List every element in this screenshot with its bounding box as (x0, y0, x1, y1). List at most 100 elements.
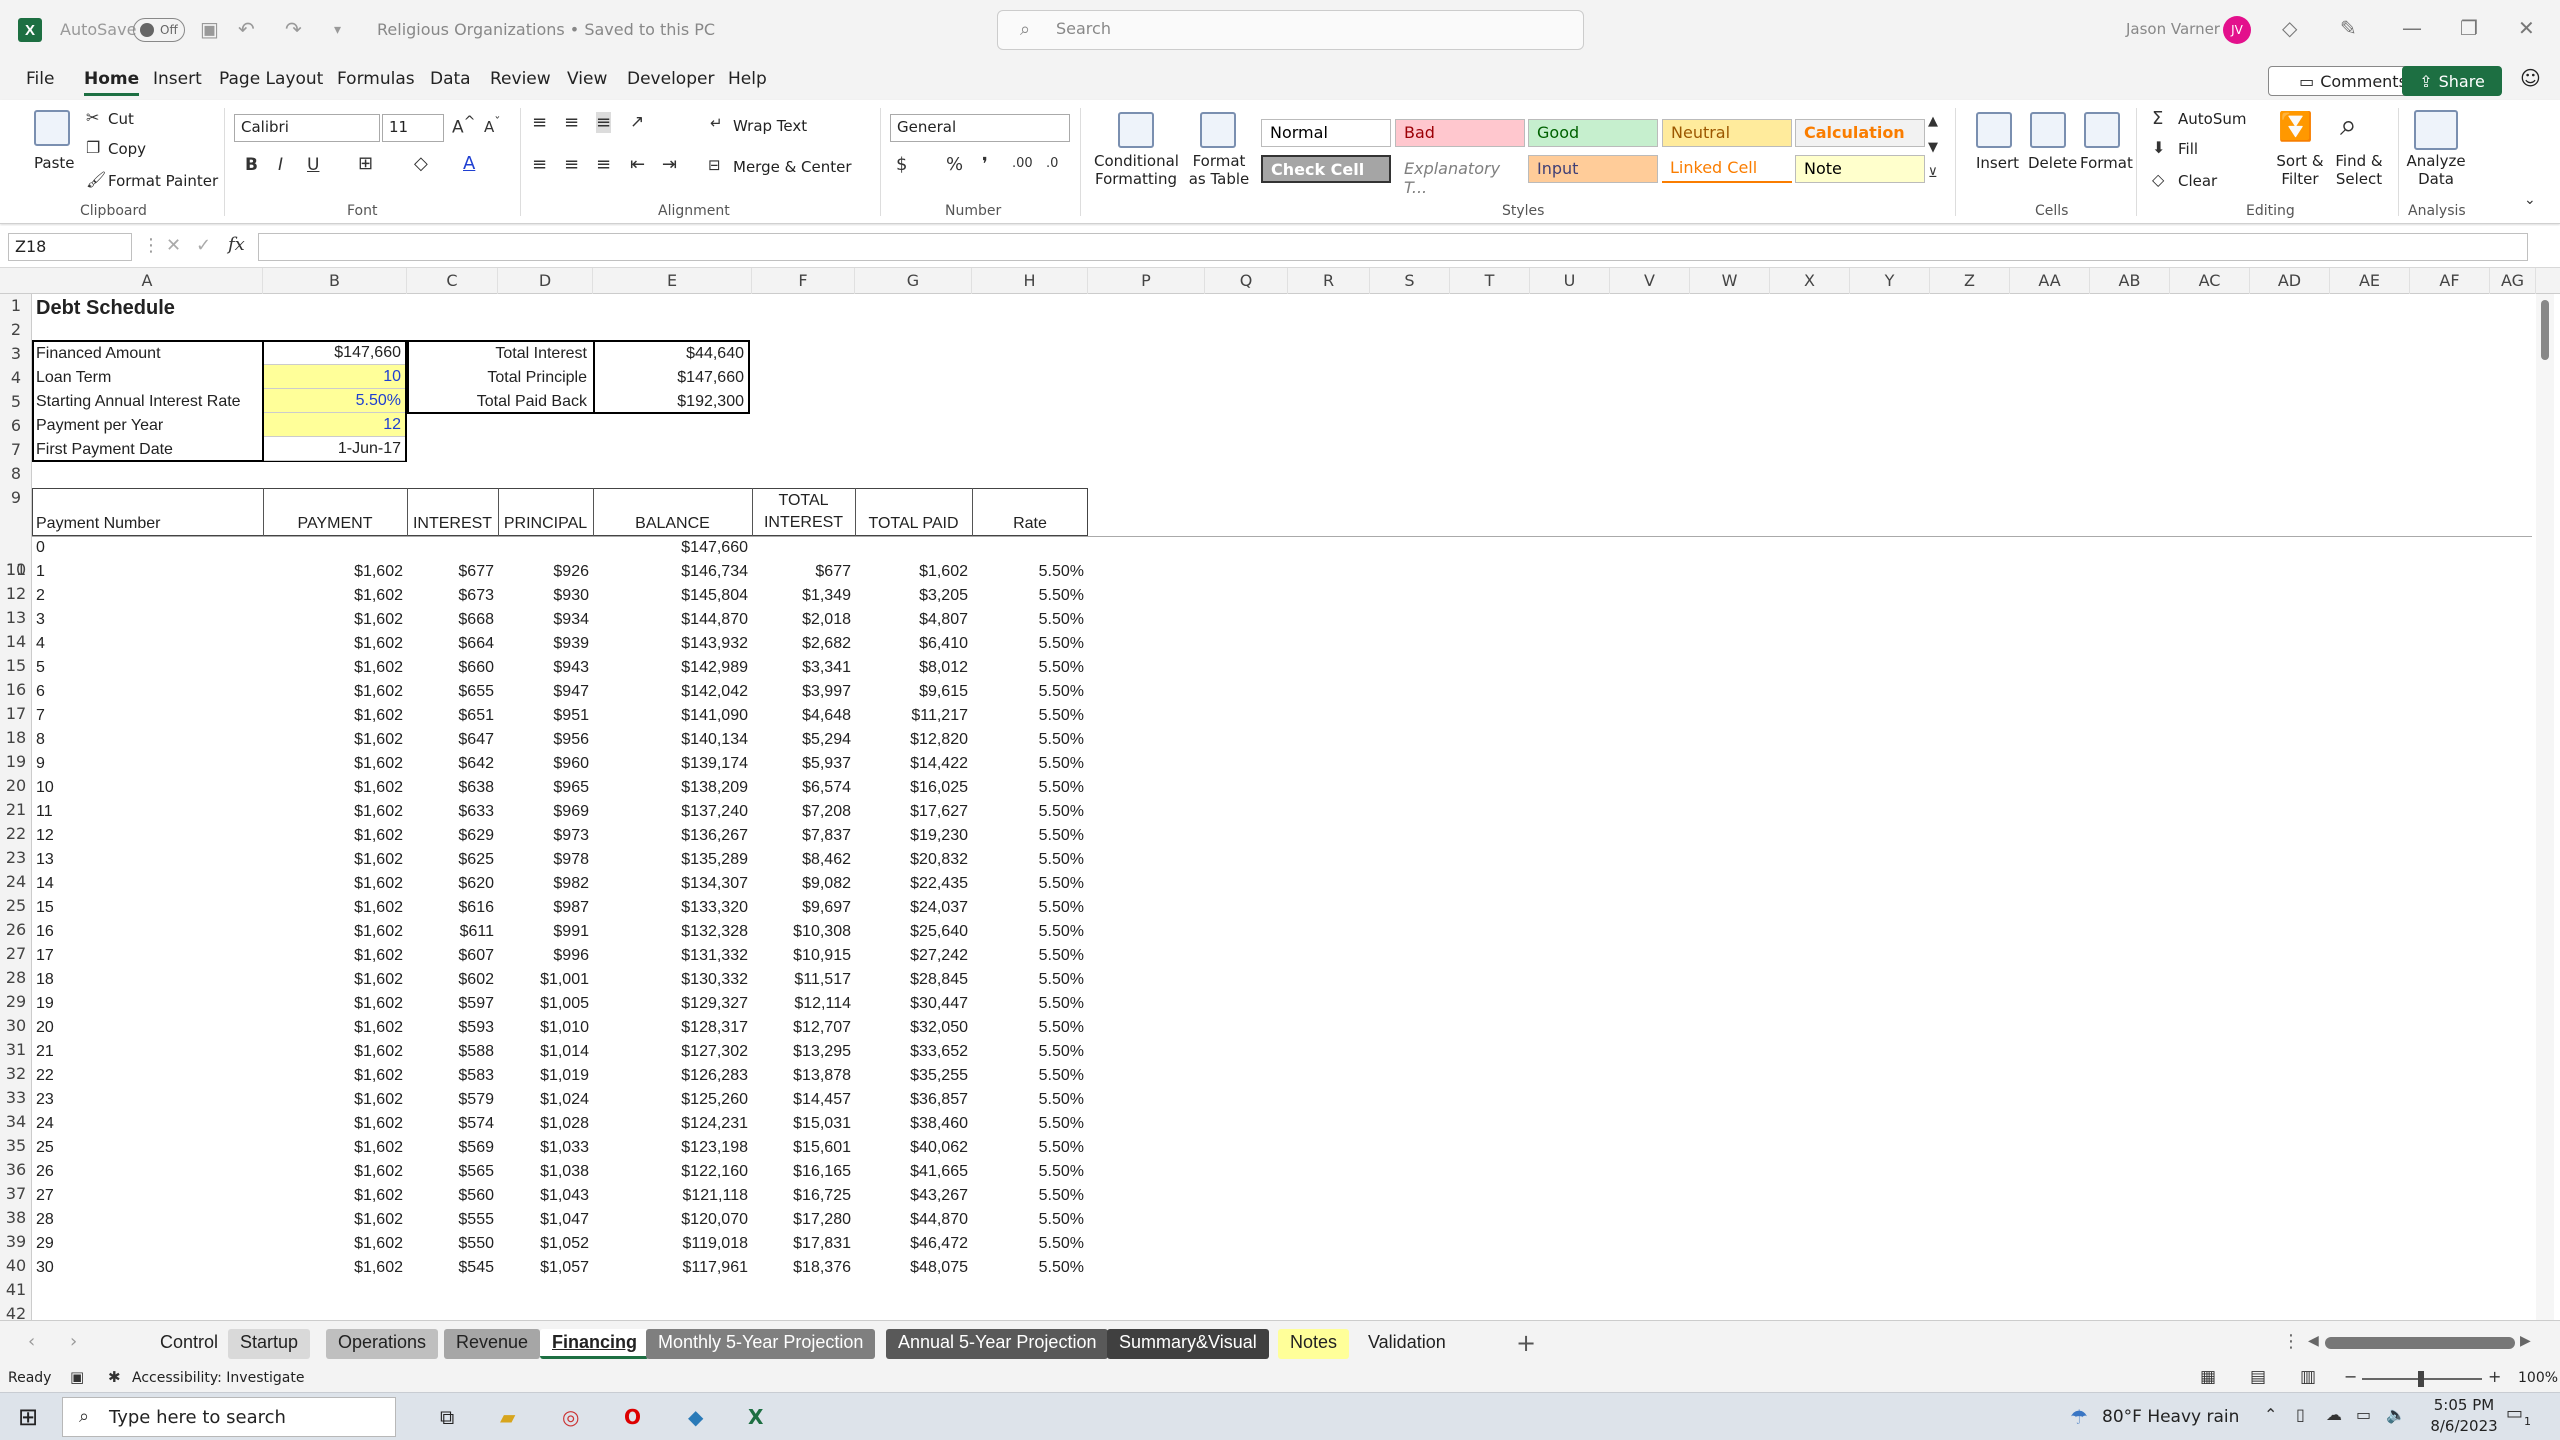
cell-total-paid[interactable]: $14,422 (855, 752, 972, 776)
row0-balance[interactable]: $147,660 (593, 536, 752, 560)
app-icon-2[interactable]: ◆ (688, 1405, 703, 1429)
column-header[interactable]: G (855, 268, 972, 294)
cell-payment[interactable]: $1,602 (263, 704, 407, 728)
increase-indent-icon[interactable]: ⇥ (662, 154, 677, 175)
style-calculation[interactable]: Calculation (1795, 119, 1925, 147)
cell-payment-number[interactable]: 13 (32, 848, 263, 872)
cell-balance[interactable]: $122,160 (593, 1160, 752, 1184)
cell-total-paid[interactable]: $41,665 (855, 1160, 972, 1184)
tray-chevron-icon[interactable]: ⌃ (2264, 1405, 2277, 1424)
name-box[interactable]: Z18 (8, 233, 132, 261)
sheet-tab[interactable]: Summary&Visual (1107, 1329, 1269, 1359)
share-button[interactable]: ⇪ Share (2402, 66, 2502, 96)
column-header[interactable]: F (752, 268, 855, 294)
align-bottom-icon[interactable]: ≡ (596, 112, 612, 133)
autosum-button[interactable]: AutoSum (2178, 110, 2246, 128)
cell-payment-number[interactable]: 18 (32, 968, 263, 992)
cell-balance[interactable]: $139,174 (593, 752, 752, 776)
sort-filter-icon[interactable]: ⏬ (2278, 110, 2313, 143)
restore-icon[interactable]: ❐ (2460, 16, 2478, 40)
cell-total-paid[interactable]: $25,640 (855, 920, 972, 944)
cell-rate[interactable]: 5.50% (972, 848, 1088, 872)
notification-icon[interactable]: ▭ (2506, 1403, 2523, 1424)
style-linked-cell[interactable]: Linked Cell (1662, 155, 1792, 183)
grow-font-icon[interactable]: A^ (452, 114, 476, 138)
cell-total-paid[interactable]: $12,820 (855, 728, 972, 752)
cell-rate[interactable]: 5.50% (972, 1088, 1088, 1112)
cell-interest[interactable]: $651 (407, 704, 498, 728)
cell-rate[interactable]: 5.50% (972, 680, 1088, 704)
align-middle-icon[interactable]: ≡ (564, 112, 579, 133)
minimize-icon[interactable]: — (2402, 16, 2422, 40)
menu-data[interactable]: Data (430, 69, 471, 89)
input-value[interactable]: 12 (264, 413, 405, 437)
cell-total-paid[interactable]: $24,037 (855, 896, 972, 920)
cell-total-interest[interactable]: $677 (752, 560, 855, 584)
tray-device-icon[interactable]: ▯ (2296, 1405, 2305, 1424)
column-header[interactable]: A (32, 268, 263, 294)
cell-total-interest[interactable]: $12,114 (752, 992, 855, 1016)
cell-total-paid[interactable]: $44,870 (855, 1208, 972, 1232)
cell-total-interest[interactable]: $18,376 (752, 1256, 855, 1280)
hdr-principal[interactable]: PRINCIPAL (498, 512, 593, 536)
tab-more-icon[interactable]: ⋮ (2282, 1331, 2300, 1352)
cell-rate[interactable]: 5.50% (972, 704, 1088, 728)
cell-payment-number[interactable]: 19 (32, 992, 263, 1016)
copy-button[interactable]: Copy (108, 140, 146, 158)
cell-total-interest[interactable]: $16,725 (752, 1184, 855, 1208)
row-header[interactable]: 4 (0, 366, 32, 390)
summary-label[interactable]: Total Principle (409, 366, 591, 390)
column-header[interactable]: Q (1205, 268, 1288, 294)
sheet-tab[interactable]: Control (148, 1329, 231, 1359)
cell-payment[interactable]: $1,602 (263, 584, 407, 608)
weather-text[interactable]: 80°F Heavy rain (2102, 1407, 2239, 1427)
styles-scroll-down-icon[interactable]: ▼ (1928, 140, 1938, 155)
cell-total-paid[interactable]: $17,627 (855, 800, 972, 824)
cell-payment[interactable]: $1,602 (263, 632, 407, 656)
row-header[interactable]: 31 (0, 1038, 32, 1062)
increase-decimal-icon[interactable]: .00 (1012, 156, 1033, 171)
hscroll-left-icon[interactable]: ◀ (2308, 1333, 2319, 1349)
cell-interest[interactable]: $664 (407, 632, 498, 656)
cell-total-paid[interactable]: $16,025 (855, 776, 972, 800)
cell-rate[interactable]: 5.50% (972, 968, 1088, 992)
cell-payment-number[interactable]: 10 (32, 776, 263, 800)
status-accessibility[interactable]: Accessibility: Investigate (132, 1370, 304, 1386)
cell-rate[interactable]: 5.50% (972, 1160, 1088, 1184)
row-header[interactable]: 22 (0, 822, 32, 846)
pen-icon[interactable]: ✎ (2340, 16, 2357, 40)
page-layout-view-icon[interactable]: ▤ (2250, 1367, 2266, 1387)
cell-total-paid[interactable]: $19,230 (855, 824, 972, 848)
cell-payment[interactable]: $1,602 (263, 680, 407, 704)
cell-total-interest[interactable]: $15,031 (752, 1112, 855, 1136)
cell-payment-number[interactable]: 17 (32, 944, 263, 968)
column-header[interactable]: W (1690, 268, 1770, 294)
cell-interest[interactable]: $616 (407, 896, 498, 920)
summary-value[interactable]: $192,300 (595, 390, 748, 414)
analyze-data-button[interactable]: Analyze Data (2404, 152, 2468, 188)
windows-start-icon[interactable]: ⊞ (18, 1403, 38, 1431)
row-header[interactable]: 5 (0, 390, 32, 414)
cell-payment[interactable]: $1,602 (263, 896, 407, 920)
volume-icon[interactable]: 🔈 (2386, 1405, 2406, 1424)
cell-payment[interactable]: $1,602 (263, 1232, 407, 1256)
delete-cells-button[interactable]: Delete (2028, 154, 2077, 172)
more-dots-icon[interactable]: ⋮ (142, 235, 160, 256)
cell-principal[interactable]: $1,043 (498, 1184, 593, 1208)
merge-center-icon[interactable]: ⊟ (708, 156, 721, 174)
cell-principal[interactable]: $939 (498, 632, 593, 656)
cell-principal[interactable]: $930 (498, 584, 593, 608)
cell-interest[interactable]: $647 (407, 728, 498, 752)
cell-balance[interactable]: $127,302 (593, 1040, 752, 1064)
cell-balance[interactable]: $117,961 (593, 1256, 752, 1280)
file-explorer-icon[interactable]: ▰ (500, 1405, 515, 1429)
cell-rate[interactable]: 5.50% (972, 608, 1088, 632)
bold-icon[interactable]: B (245, 155, 258, 175)
row-header[interactable]: 16 (0, 678, 32, 702)
row-header[interactable]: 36 (0, 1158, 32, 1182)
cell-balance[interactable]: $126,283 (593, 1064, 752, 1088)
column-header[interactable]: E (593, 268, 752, 294)
number-format-dropdown[interactable]: General (890, 114, 1070, 142)
sheet-tab[interactable]: Operations (326, 1329, 439, 1359)
cell-payment[interactable]: $1,602 (263, 848, 407, 872)
